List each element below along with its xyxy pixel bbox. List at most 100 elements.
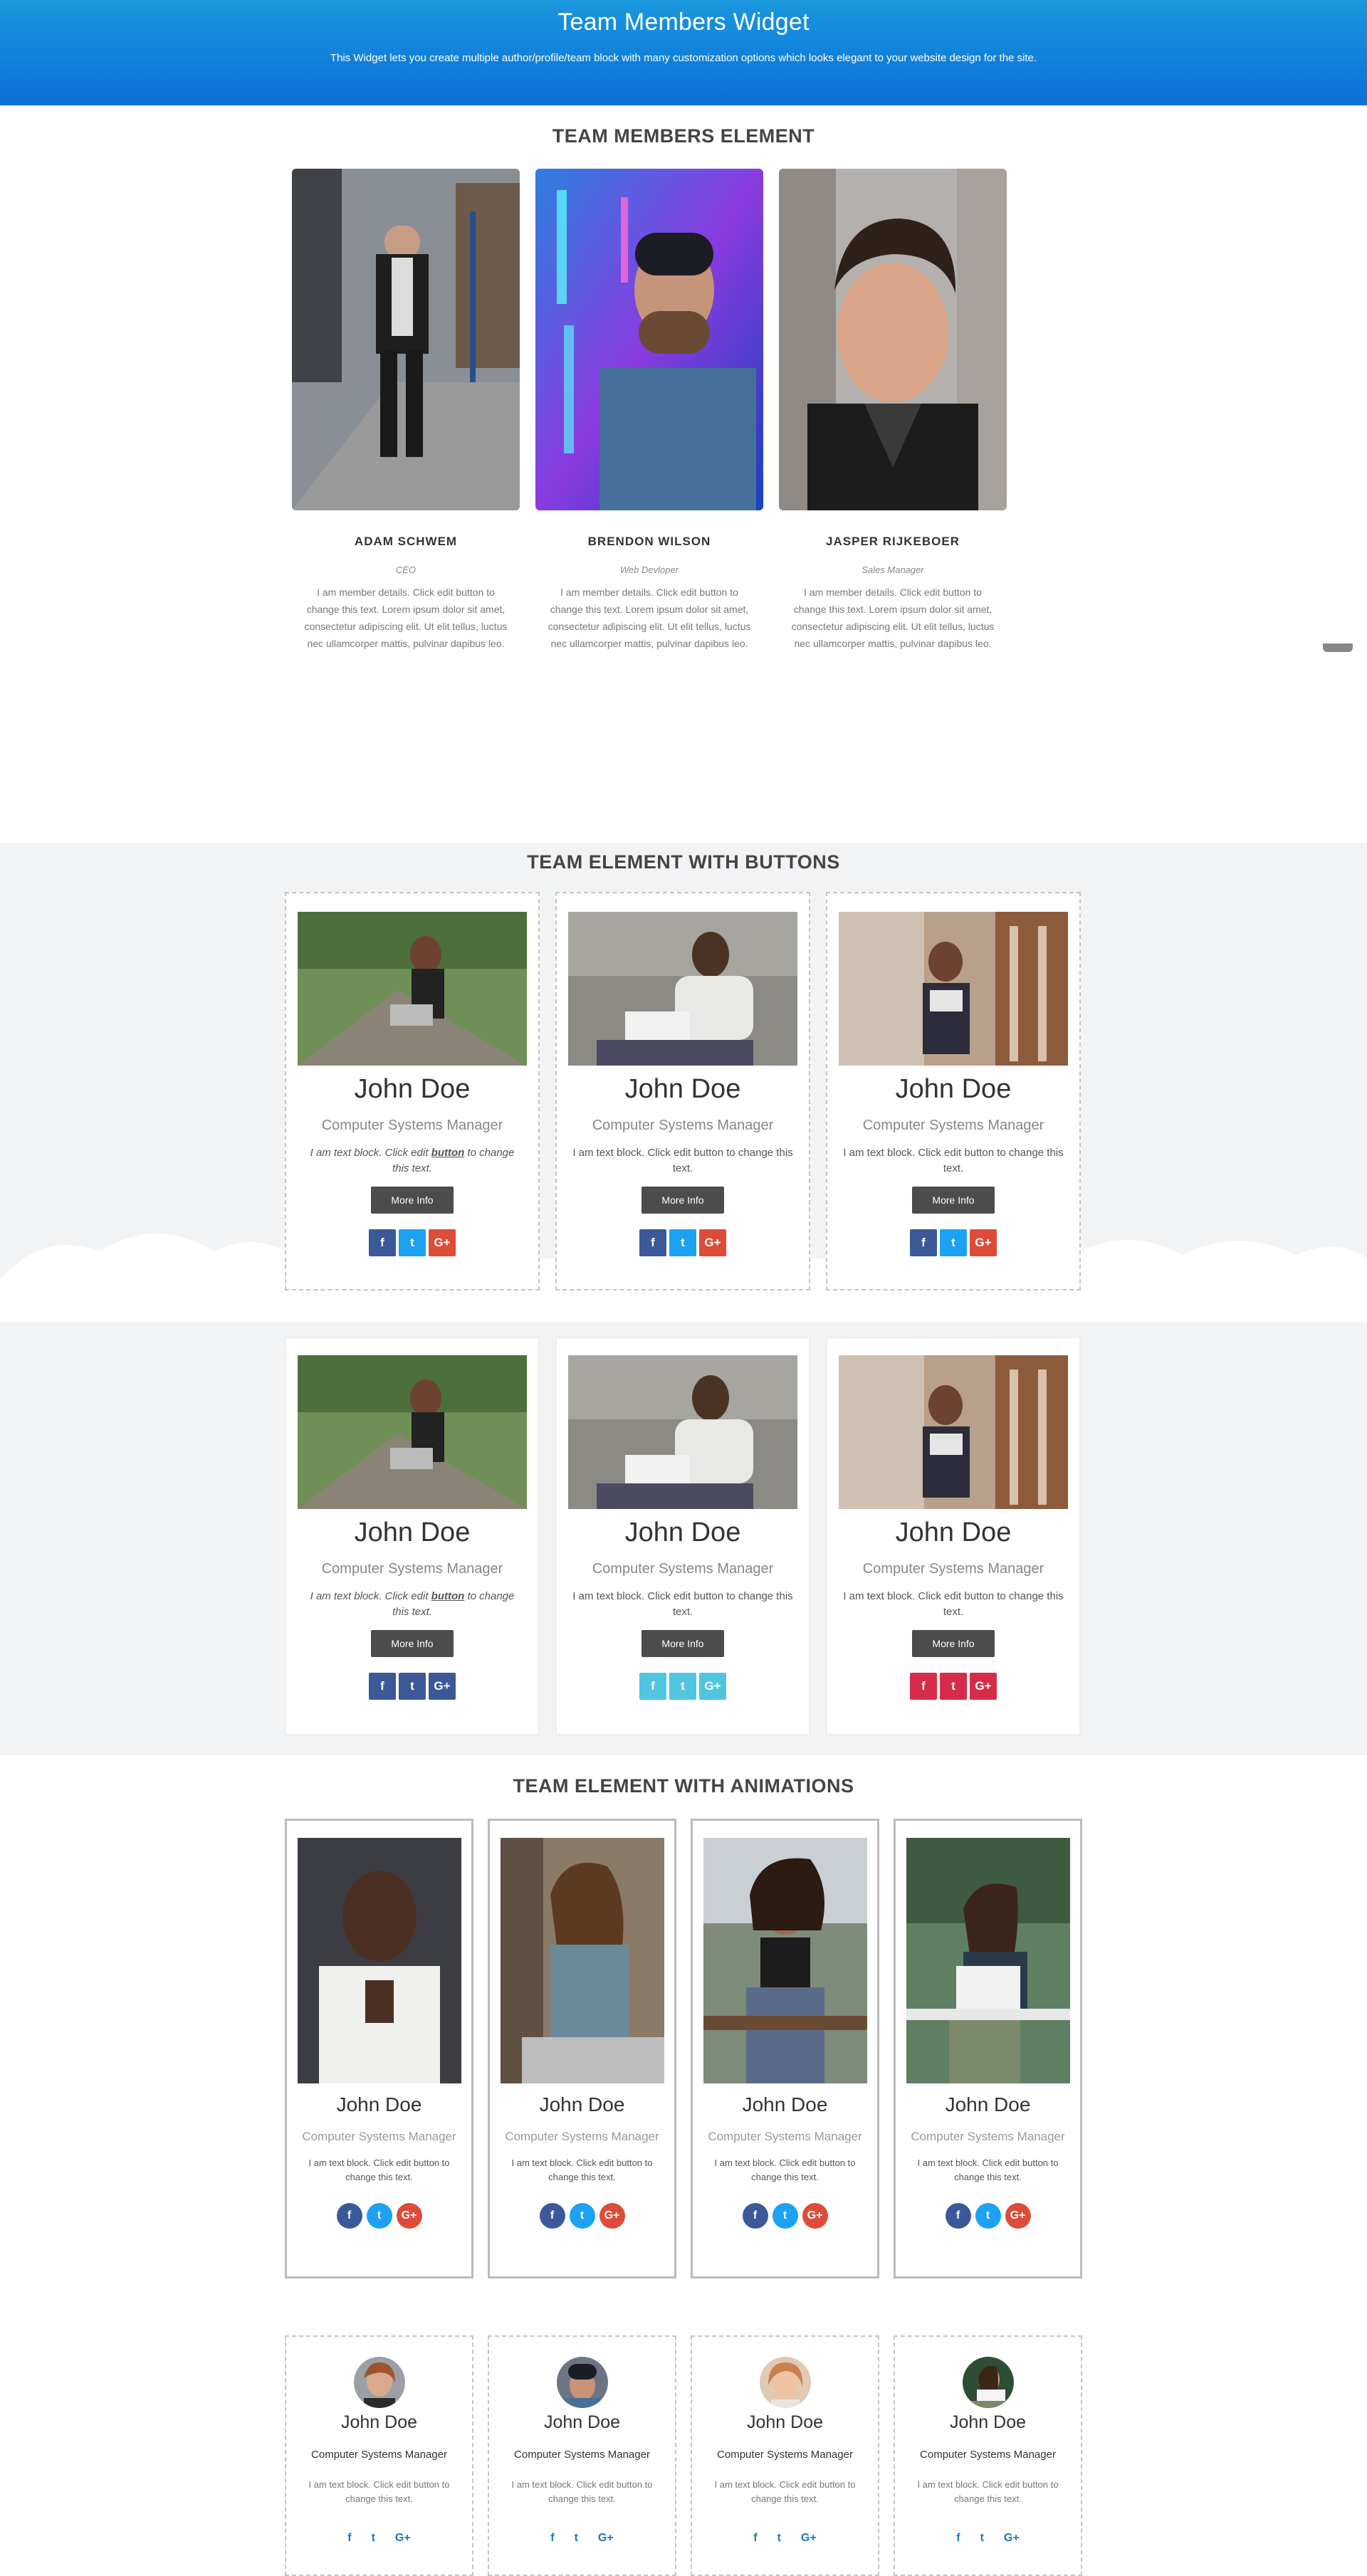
member-name: John Doe: [746, 2412, 824, 2432]
facebook-icon[interactable]: f: [336, 2203, 362, 2229]
google-plus-icon[interactable]: G+: [802, 2203, 828, 2229]
member-role: CEO: [395, 564, 417, 575]
more-info-button[interactable]: More Info: [371, 1630, 454, 1657]
member-card: ADAM SCHWEM CEO I am member details. Cli…: [292, 169, 520, 652]
twitter-icon[interactable]: t: [575, 2532, 578, 2545]
twitter-icon[interactable]: t: [372, 2532, 375, 2545]
inline-link[interactable]: button: [431, 1590, 465, 1602]
member-text: I am text block. Click edit button to ch…: [308, 2157, 450, 2182]
facebook-icon[interactable]: f: [910, 1229, 937, 1256]
inline-link[interactable]: button: [431, 1147, 465, 1159]
twitter-icon[interactable]: t: [669, 1229, 696, 1256]
google-plus-icon[interactable]: G+: [699, 1229, 726, 1256]
member-photo: [535, 169, 763, 510]
facebook-icon[interactable]: f: [945, 2203, 971, 2229]
social-links: f t G+: [692, 2532, 878, 2545]
google-plus-icon[interactable]: G+: [599, 2203, 625, 2229]
team-card: John Doe Computer Systems Manager I am t…: [555, 892, 810, 1290]
social-links: f t G+: [827, 1673, 1079, 1700]
member-text: I am text block. Click edit button to ch…: [310, 1590, 515, 1618]
avatar: [759, 2357, 811, 2408]
facebook-icon[interactable]: f: [369, 1673, 396, 1700]
google-plus-icon[interactable]: G+: [970, 1229, 997, 1256]
member-role: Computer Systems Manager: [862, 1118, 1044, 1133]
member-text: I am text block. Click edit button to ch…: [917, 2157, 1059, 2182]
member-text: I am text block. Click edit button to ch…: [572, 1590, 793, 1618]
member-role: Computer Systems Manager: [911, 2130, 1065, 2143]
google-plus-icon[interactable]: G+: [1005, 2203, 1031, 2229]
twitter-icon[interactable]: t: [569, 2203, 595, 2229]
twitter-icon[interactable]: t: [980, 2532, 984, 2545]
google-plus-icon[interactable]: G+: [429, 1229, 456, 1256]
member-role: Computer Systems Manager: [302, 2130, 456, 2143]
member-role: Web Devloper: [619, 564, 679, 575]
more-info-button[interactable]: More Info: [641, 1187, 724, 1214]
section-title: TEAM ELEMENT WITH BUTTONS: [527, 851, 840, 873]
google-plus-icon[interactable]: G+: [970, 1673, 997, 1700]
member-photo: [839, 912, 1068, 1066]
twitter-icon[interactable]: t: [366, 2203, 392, 2229]
more-info-button[interactable]: More Info: [912, 1630, 995, 1657]
twitter-icon[interactable]: t: [777, 2532, 781, 2545]
more-info-button[interactable]: More Info: [912, 1187, 995, 1214]
member-name: John Doe: [354, 1074, 471, 1104]
member-text: I am text block. Click edit button to ch…: [310, 1147, 515, 1174]
more-info-button[interactable]: More Info: [641, 1630, 724, 1657]
member-photo: [500, 1838, 664, 2083]
facebook-icon[interactable]: f: [753, 2532, 757, 2545]
member-role: Computer Systems Manager: [592, 1561, 774, 1577]
team-colored-social-section: John Doe Computer Systems Manager I am t…: [0, 1323, 1367, 1755]
member-photo: [703, 1838, 867, 2083]
social-links: f t G+: [490, 2203, 674, 2229]
scroll-top-tab[interactable]: [1323, 643, 1353, 652]
google-plus-icon[interactable]: G+: [598, 2532, 614, 2545]
section-title: TEAM ELEMENT WITH ANIMATIONS: [513, 1775, 854, 1797]
facebook-icon[interactable]: f: [539, 2203, 565, 2229]
twitter-icon[interactable]: t: [975, 2203, 1001, 2229]
twitter-icon[interactable]: t: [669, 1673, 696, 1700]
social-links: f t G+: [557, 1229, 809, 1256]
member-role: Computer Systems Manager: [920, 2449, 1056, 2461]
google-plus-icon[interactable]: G+: [395, 2532, 411, 2545]
more-info-button[interactable]: More Info: [371, 1187, 454, 1214]
member-role: Computer Systems Manager: [592, 1118, 774, 1133]
google-plus-icon[interactable]: G+: [396, 2203, 422, 2229]
member-name: John Doe: [742, 2093, 828, 2115]
twitter-icon[interactable]: t: [772, 2203, 798, 2229]
team-card: John Doe Computer Systems Manager I am t…: [285, 892, 540, 1290]
facebook-icon[interactable]: f: [369, 1229, 396, 1256]
member-text: I am text block. Click edit button to ch…: [511, 2479, 653, 2504]
team-members-section: TEAM MEMBERS ELEMENT ADAM SCHWEM CEO I a…: [0, 105, 1367, 843]
page-subtitle: This Widget lets you create multiple aut…: [330, 52, 1037, 64]
google-plus-icon[interactable]: G+: [1004, 2532, 1020, 2545]
facebook-icon[interactable]: f: [347, 2532, 351, 2545]
facebook-icon[interactable]: f: [742, 2203, 768, 2229]
avatar: [962, 2357, 1014, 2408]
google-plus-icon[interactable]: G+: [801, 2532, 817, 2545]
member-photo: [568, 912, 797, 1066]
google-plus-icon[interactable]: G+: [429, 1673, 456, 1700]
member-name: John Doe: [945, 2093, 1031, 2115]
member-name: John Doe: [543, 2412, 621, 2432]
facebook-icon[interactable]: f: [639, 1229, 666, 1256]
page-title: Team Members Widget: [557, 9, 810, 36]
member-text: I am text block. Click edit button to ch…: [511, 2157, 653, 2182]
facebook-icon[interactable]: f: [639, 1673, 666, 1700]
team-buttons-section: TEAM ELEMENT WITH BUTTONS John Doe Compu…: [0, 843, 1367, 1323]
team-card: John Doe Computer Systems Manager I am t…: [894, 1819, 1082, 2278]
google-plus-icon[interactable]: G+: [699, 1673, 726, 1700]
twitter-icon[interactable]: t: [940, 1229, 967, 1256]
member-role: Computer Systems Manager: [311, 2449, 447, 2461]
team-card: John Doe Computer Systems Manager I am t…: [826, 892, 1081, 1290]
member-name: John Doe: [354, 1518, 471, 1547]
twitter-icon[interactable]: t: [399, 1229, 426, 1256]
twitter-icon[interactable]: t: [399, 1673, 426, 1700]
facebook-icon[interactable]: f: [550, 2532, 554, 2545]
twitter-icon[interactable]: t: [940, 1673, 967, 1700]
hero-banner: Team Members Widget This Widget lets you…: [0, 0, 1367, 105]
member-name: John Doe: [895, 1074, 1012, 1104]
member-text: I am text block. Click edit button to ch…: [917, 2479, 1059, 2504]
facebook-icon[interactable]: f: [956, 2532, 960, 2545]
member-text: I am text block. Click edit button to ch…: [714, 2479, 856, 2504]
facebook-icon[interactable]: f: [910, 1673, 937, 1700]
